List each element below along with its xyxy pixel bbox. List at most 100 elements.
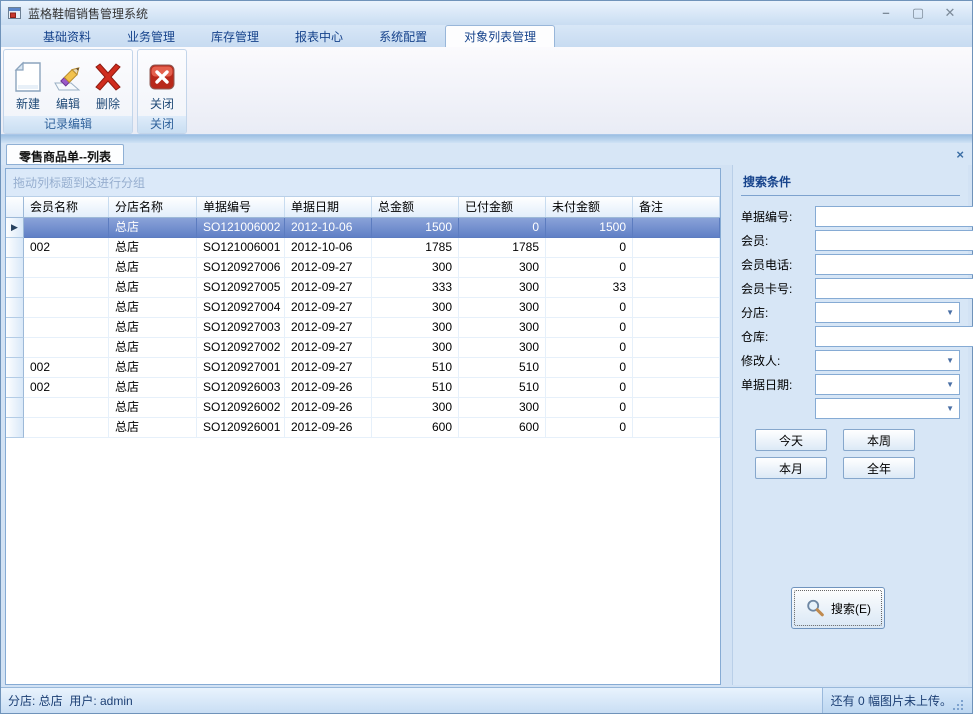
table-cell: 002 [24, 238, 109, 258]
table-row[interactable]: ▶总店SO1210060022012-10-06150001500 [6, 218, 720, 238]
resize-grip[interactable] [952, 699, 964, 711]
table-row[interactable]: 总店SO1209260012012-09-266006000 [6, 418, 720, 438]
table-cell: SO121006001 [197, 238, 285, 258]
table-cell: 600 [372, 418, 459, 438]
today-button[interactable]: 今天 [755, 429, 827, 451]
this-week-button[interactable]: 本周 [843, 429, 915, 451]
delete-cross-button[interactable]: 删除 [88, 53, 128, 116]
column-header[interactable]: 单据日期 [285, 197, 372, 217]
row-indicator [6, 418, 24, 438]
dropdown-field[interactable]: ▼ [815, 374, 960, 395]
table-cell: 2012-09-27 [285, 338, 372, 358]
table-cell: 0 [546, 238, 633, 258]
table-row[interactable]: 总店SO1209270022012-09-273003000 [6, 338, 720, 358]
row-indicator [6, 358, 24, 378]
field-control: ▼ [815, 374, 960, 395]
table-row[interactable]: 总店SO1209270062012-09-273003000 [6, 258, 720, 278]
table-row[interactable]: 总店SO1209270042012-09-273003000 [6, 298, 720, 318]
table-cell [633, 398, 720, 418]
table-row[interactable]: 002总店SO1210060012012-10-06178517850 [6, 238, 720, 258]
field-label: 会员卡号: [741, 280, 815, 297]
ribbon-tab[interactable]: 对象列表管理 [445, 25, 555, 47]
ribbon-tab[interactable]: 库存管理 [193, 25, 277, 47]
search-button[interactable]: 搜索(E) [791, 587, 885, 629]
table-cell: 2012-09-26 [285, 398, 372, 418]
column-header[interactable]: 分店名称 [109, 197, 197, 217]
column-header[interactable]: 已付金额 [459, 197, 546, 217]
table-cell: SO120926001 [197, 418, 285, 438]
table-cell: 总店 [109, 338, 197, 358]
minimize-button[interactable]: – [878, 5, 894, 21]
column-header[interactable]: 单据编号 [197, 197, 285, 217]
dropdown-field[interactable]: ▼ [815, 302, 960, 323]
column-header[interactable]: 备注 [633, 197, 720, 217]
tab-close-icon[interactable]: × [956, 147, 964, 162]
column-header[interactable]: 未付金额 [546, 197, 633, 217]
app-icon [7, 5, 23, 21]
table-cell: 510 [372, 378, 459, 398]
table-cell: 33 [546, 278, 633, 298]
close-button[interactable]: ✕ [942, 5, 958, 21]
lookup-field[interactable]: ··· [815, 230, 973, 251]
column-header[interactable]: 总金额 [372, 197, 459, 217]
table-cell [24, 398, 109, 418]
grid-rows: ▶总店SO1210060022012-10-06150001500002总店SO… [6, 218, 720, 438]
table-cell: 总店 [109, 218, 197, 238]
field-control: ▼ [815, 398, 960, 419]
text-field[interactable] [815, 254, 973, 275]
search-field-row: 仓库:··· [741, 326, 960, 347]
text-field[interactable] [815, 278, 973, 299]
search-field-row: 会员:··· [741, 230, 960, 251]
field-label: 修改人: [741, 352, 815, 369]
this-month-button[interactable]: 本月 [755, 457, 827, 479]
field-control: ··· [815, 326, 973, 347]
row-indicator-header [6, 197, 24, 217]
tab-retail-order-list[interactable]: 零售商品单--列表 [6, 144, 124, 165]
table-row[interactable]: 总店SO1209270052012-09-2733330033 [6, 278, 720, 298]
status-upload-text: 还有 0 幅图片未上传。 [831, 692, 952, 709]
table-cell [24, 218, 109, 238]
edit-pencil-button[interactable]: 编辑 [48, 53, 88, 116]
table-cell [633, 358, 720, 378]
new-document-button[interactable]: 新建 [8, 53, 48, 116]
row-indicator [6, 238, 24, 258]
field-control: ··· [815, 230, 973, 251]
table-cell: 0 [546, 338, 633, 358]
table-cell: 300 [459, 278, 546, 298]
text-field[interactable] [815, 206, 973, 227]
search-field-row: 修改人:▼ [741, 350, 960, 371]
table-row[interactable]: 总店SO1209260022012-09-263003000 [6, 398, 720, 418]
table-cell: 0 [546, 418, 633, 438]
table-row[interactable]: 002总店SO1209260032012-09-265105100 [6, 378, 720, 398]
column-header[interactable]: 会员名称 [24, 197, 109, 217]
ribbon-tab[interactable]: 基础资料 [25, 25, 109, 47]
table-cell: 1500 [546, 218, 633, 238]
table-row[interactable]: 总店SO1209270032012-09-273003000 [6, 318, 720, 338]
table-cell: 1785 [459, 238, 546, 258]
dropdown-field[interactable]: ▼ [815, 398, 960, 419]
this-year-button[interactable]: 全年 [843, 457, 915, 479]
selected-row-arrow-icon: ▶ [6, 218, 24, 238]
row-indicator [6, 338, 24, 358]
lookup-input[interactable] [816, 328, 973, 345]
lookup-input[interactable] [816, 232, 973, 249]
search-field-row: ▼ [741, 398, 960, 419]
close-window-button[interactable]: 关闭 [142, 53, 182, 116]
ribbon-group-buttons: 新建编辑删除 [4, 50, 132, 116]
delete-cross-icon [91, 57, 125, 97]
field-label: 单据日期: [741, 376, 815, 393]
table-cell: 333 [372, 278, 459, 298]
dropdown-field[interactable]: ▼ [815, 350, 960, 371]
maximize-button[interactable]: ▢ [910, 5, 926, 21]
table-row[interactable]: 002总店SO1209270012012-09-275105100 [6, 358, 720, 378]
grid-header-row: 会员名称分店名称单据编号单据日期总金额已付金额未付金额备注 [6, 197, 720, 218]
ribbon-tab[interactable]: 系统配置 [361, 25, 445, 47]
table-cell: 总店 [109, 258, 197, 278]
table-cell: SO120927002 [197, 338, 285, 358]
lookup-field[interactable]: ··· [815, 326, 973, 347]
table-cell: 300 [372, 318, 459, 338]
ribbon-button-label: 编辑 [56, 97, 80, 111]
ribbon-tab[interactable]: 业务管理 [109, 25, 193, 47]
field-control [815, 278, 973, 299]
ribbon-tab[interactable]: 报表中心 [277, 25, 361, 47]
